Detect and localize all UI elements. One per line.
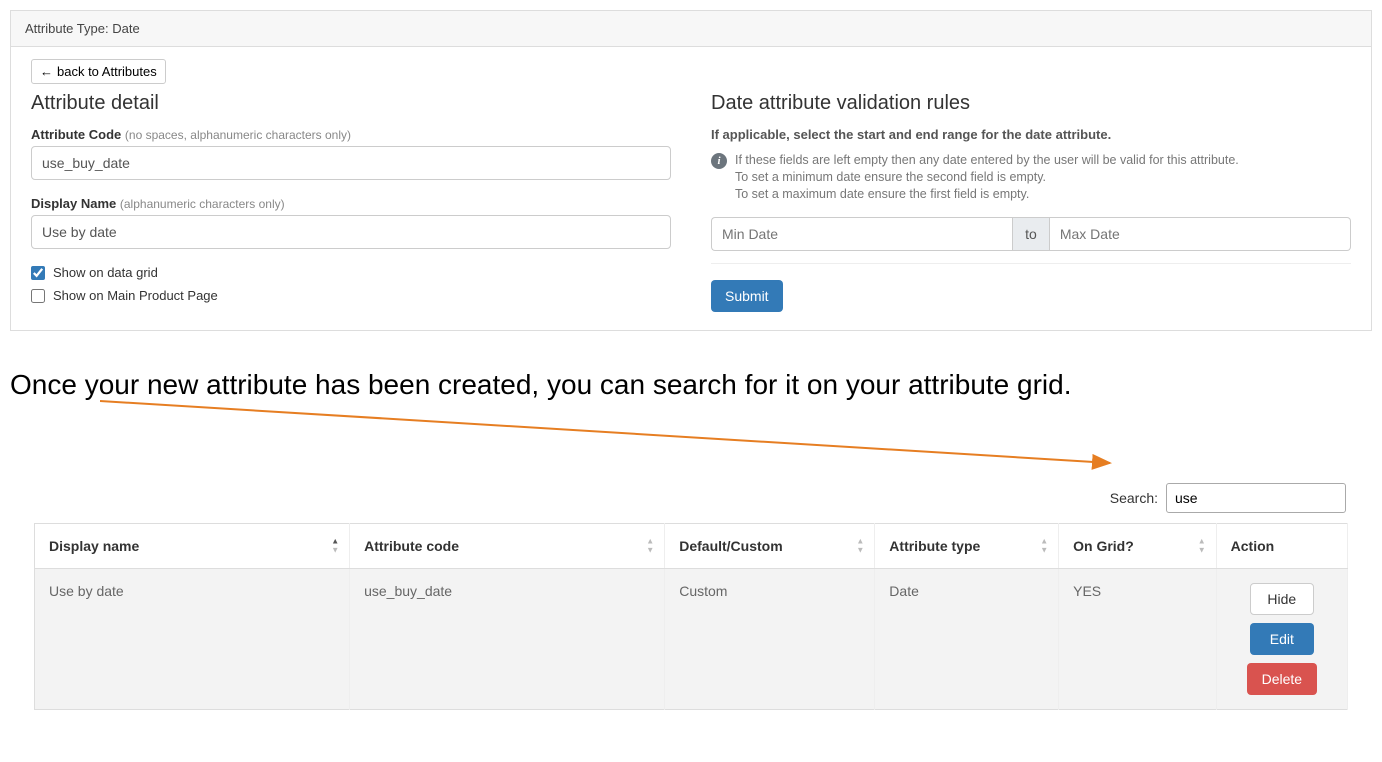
sort-icon: ▲▼ (1198, 538, 1206, 555)
cell-default-custom: Custom (665, 569, 875, 710)
search-bar: Search: (10, 483, 1372, 523)
panel-header: Attribute Type: Date (11, 11, 1371, 47)
sort-icon: ▲▼ (646, 538, 654, 555)
cell-actions: Hide Edit Delete (1216, 569, 1347, 710)
arrow-left-icon (40, 64, 53, 79)
validation-subheading: If applicable, select the start and end … (711, 127, 1351, 142)
back-button-label: back to Attributes (57, 64, 157, 79)
edit-button[interactable]: Edit (1250, 623, 1314, 655)
sort-icon: ▲▼ (331, 538, 339, 555)
grid-header-row: Display name ▲▼ Attribute code ▲▼ Defaul… (35, 524, 1348, 569)
display-name-input[interactable] (31, 215, 671, 249)
date-range-group: to (711, 217, 1351, 251)
panel-body: back to Attributes Attribute detail Attr… (11, 47, 1371, 330)
attribute-detail-column: Attribute detail Attribute Code (no spac… (31, 92, 671, 312)
search-input[interactable] (1166, 483, 1346, 513)
info-icon: i (711, 153, 727, 169)
max-date-input[interactable] (1050, 217, 1351, 251)
min-date-input[interactable] (711, 217, 1012, 251)
show-on-main-label[interactable]: Show on Main Product Page (53, 288, 218, 303)
search-label: Search: (1110, 490, 1158, 506)
validation-info-line1: If these fields are left empty then any … (735, 152, 1239, 169)
attribute-grid: Display name ▲▼ Attribute code ▲▼ Defaul… (34, 523, 1348, 710)
submit-button[interactable]: Submit (711, 280, 783, 312)
attribute-detail-heading: Attribute detail (31, 92, 671, 115)
attribute-code-label: Attribute Code (no spaces, alphanumeric … (31, 127, 671, 142)
attribute-code-input[interactable] (31, 146, 671, 180)
attribute-code-hint: (no spaces, alphanumeric characters only… (125, 128, 351, 142)
sort-icon: ▲▼ (856, 538, 864, 555)
col-on-grid[interactable]: On Grid? ▲▼ (1059, 524, 1217, 569)
cell-attribute-code: use_buy_date (350, 569, 665, 710)
validation-info: i If these fields are left empty then an… (711, 152, 1351, 203)
panel-header-prefix: Attribute Type: (25, 21, 109, 36)
validation-rules-column: Date attribute validation rules If appli… (711, 92, 1351, 312)
show-on-main-checkbox[interactable] (31, 289, 45, 303)
col-attribute-code[interactable]: Attribute code ▲▼ (350, 524, 665, 569)
hide-button[interactable]: Hide (1250, 583, 1314, 615)
validation-info-line2: To set a minimum date ensure the second … (735, 169, 1239, 186)
back-to-attributes-button[interactable]: back to Attributes (31, 59, 166, 84)
validation-info-line3: To set a maximum date ensure the first f… (735, 186, 1239, 203)
delete-button[interactable]: Delete (1247, 663, 1317, 695)
attribute-panel: Attribute Type: Date back to Attributes … (10, 10, 1372, 331)
col-action: Action (1216, 524, 1347, 569)
annotation-arrow-container (10, 413, 1372, 483)
validation-heading: Date attribute validation rules (711, 92, 1351, 115)
col-attribute-type[interactable]: Attribute type ▲▼ (875, 524, 1059, 569)
date-to-label: to (1012, 217, 1050, 251)
col-default-custom[interactable]: Default/Custom ▲▼ (665, 524, 875, 569)
annotation-arrow-icon (100, 393, 1120, 473)
display-name-hint: (alphanumeric characters only) (120, 197, 285, 211)
cell-attribute-type: Date (875, 569, 1059, 710)
table-row: Use by date use_buy_date Custom Date YES… (35, 569, 1348, 710)
show-on-grid-label[interactable]: Show on data grid (53, 265, 158, 280)
sort-icon: ▲▼ (1040, 538, 1048, 555)
col-display-name[interactable]: Display name ▲▼ (35, 524, 350, 569)
panel-header-value: Date (112, 21, 139, 36)
show-on-grid-checkbox[interactable] (31, 266, 45, 280)
cell-on-grid: YES (1059, 569, 1217, 710)
display-name-label: Display Name (alphanumeric characters on… (31, 196, 671, 211)
cell-display-name: Use by date (35, 569, 350, 710)
